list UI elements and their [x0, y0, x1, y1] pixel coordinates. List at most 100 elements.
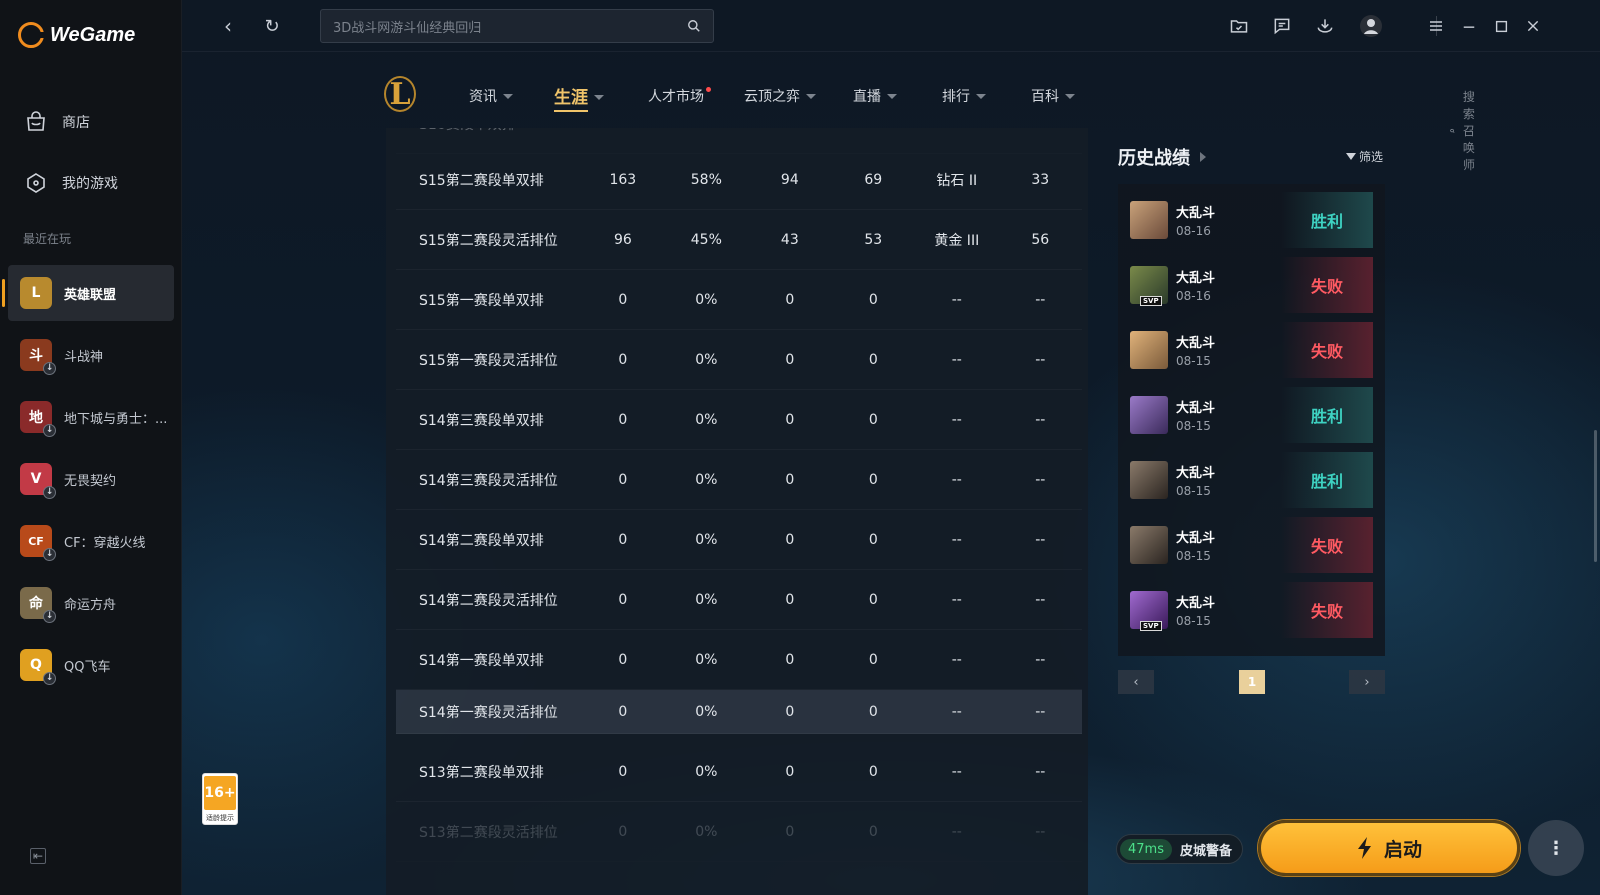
losses: 0	[868, 471, 878, 488]
downloads-button[interactable]	[1312, 13, 1338, 39]
filter-label: 筛选	[1359, 150, 1384, 164]
losses: 0	[868, 763, 878, 780]
current-page-number[interactable]: 1	[1239, 670, 1265, 694]
match-mode: 大乱斗	[1176, 271, 1216, 286]
match-item[interactable]: 大乱斗 08-15 胜利	[1130, 452, 1373, 508]
maximize-button[interactable]	[1488, 13, 1514, 39]
menu-button[interactable]	[1423, 13, 1449, 39]
user-avatar[interactable]	[1358, 13, 1384, 39]
losses: 0	[868, 651, 878, 668]
next-page-button[interactable]: ›	[1349, 670, 1385, 694]
history-title-text: 历史战绩	[1118, 148, 1190, 169]
server-selector[interactable]: 47ms 皮城警备	[1116, 834, 1243, 864]
wins: 0	[785, 291, 795, 308]
table-row[interactable]: S15第二赛段单双排 163 58% 94 69 钻石 II 33	[396, 150, 1082, 210]
wegame-logo[interactable]: WeGame	[18, 22, 135, 48]
sidebar-game-qq-speed[interactable]: Q ↓ QQ飞车	[8, 637, 174, 693]
minimize-button[interactable]	[1456, 13, 1482, 39]
messages-button[interactable]	[1269, 13, 1295, 39]
match-item[interactable]: SVP 大乱斗 08-16 失败	[1130, 257, 1373, 313]
wins: 94	[780, 171, 799, 188]
tab-wiki[interactable]: 百科	[1031, 86, 1075, 106]
chevron-right-icon	[1200, 152, 1206, 162]
table-row[interactable]: S14第三赛段灵活排位 0 0% 0 0 -- --	[396, 450, 1082, 510]
svp-badge: SVP	[1140, 621, 1162, 631]
more-options-button[interactable]: ⋮	[1528, 820, 1584, 876]
match-date: 08-15	[1176, 484, 1211, 498]
search-icon	[688, 20, 700, 32]
sidebar-game-dnf[interactable]: 地 ↓ 地下城与勇士：...	[8, 389, 174, 445]
table-row[interactable]: S15第二赛段灵活排位 96 45% 43 53 黄金 III 56	[396, 210, 1082, 270]
match-history-list: 大乱斗 08-16 胜利 SVP 大乱斗 08-16 失败 大乱斗 08-15 …	[1118, 184, 1385, 656]
page-scrollbar[interactable]	[1594, 430, 1597, 562]
tab-career[interactable]: 生涯	[554, 83, 604, 112]
prev-page-button[interactable]: ‹	[1118, 670, 1154, 694]
league-points: --	[1035, 411, 1046, 428]
sidebar-game-lost-ark[interactable]: 命 ↓ 命运方舟	[8, 575, 174, 631]
launch-label: 启动	[1383, 838, 1422, 861]
recent-games-heading: 最近在玩	[23, 232, 72, 246]
tab-tft[interactable]: 云顶之弈	[744, 86, 816, 106]
table-row[interactable]: S14第二赛段单双排 0 0% 0 0 -- --	[396, 510, 1082, 570]
table-row[interactable]: S14第三赛段单双排 0 0% 0 0 -- --	[396, 390, 1082, 450]
match-result-loss: 失败	[1281, 517, 1373, 573]
main-area: ‹ ↻ 3D战斗网游斗仙经典回归 L 资讯 生涯 人才市场 云顶之弈 直播 排行…	[182, 0, 1600, 895]
match-date: 08-16	[1176, 289, 1211, 303]
chevron-left-icon: ‹	[224, 14, 232, 38]
tab-live[interactable]: 直播	[853, 86, 897, 106]
season-name: S14第一赛段单双排	[419, 652, 544, 669]
league-of-legends-logo[interactable]: L	[382, 74, 418, 114]
match-mode: 大乱斗	[1176, 466, 1216, 481]
filter-button[interactable]: 筛选	[1346, 148, 1383, 165]
season-name: S13第二赛段灵活排位	[419, 824, 558, 841]
game-label: 斗战神	[64, 349, 104, 365]
tab-news[interactable]: 资讯	[469, 86, 513, 106]
sidebar-item-store[interactable]: 商店	[10, 96, 174, 148]
match-history-title[interactable]: 历史战绩	[1118, 144, 1206, 170]
sidebar-game-valorant[interactable]: V ↓ 无畏契约	[8, 451, 174, 507]
back-button[interactable]: ‹	[214, 12, 242, 40]
season-stats-table: S16赛段单双排---------- S15第二赛段单双排 163 58% 94…	[386, 128, 1088, 895]
match-item[interactable]: 大乱斗 08-15 失败	[1130, 517, 1373, 573]
sidebar-game-crossfire[interactable]: CF ↓ CF：穿越火线	[8, 513, 174, 569]
collapse-sidebar-button[interactable]: ⇤	[30, 848, 46, 864]
match-item[interactable]: 大乱斗 08-15 失败	[1130, 322, 1373, 378]
table-row[interactable]: S14第一赛段单双排 0 0% 0 0 -- --	[396, 630, 1082, 690]
champion-portrait: SVP	[1130, 591, 1168, 631]
launch-button[interactable]: 启动	[1258, 820, 1520, 876]
rank: --	[951, 591, 962, 608]
match-result-loss: 失败	[1281, 582, 1373, 638]
champion-portrait: SVP	[1130, 266, 1168, 306]
sidebar-item-label: 商店	[62, 115, 90, 131]
sidebar-item-my-games[interactable]: 我的游戏	[10, 157, 174, 209]
refresh-button[interactable]: ↻	[258, 12, 286, 40]
tab-talent-market[interactable]: 人才市场	[648, 86, 711, 106]
search-placeholder: 3D战斗网游斗仙经典回归	[333, 20, 482, 36]
win-rate: 0%	[695, 351, 718, 368]
match-item[interactable]: SVP 大乱斗 08-15 失败	[1130, 582, 1373, 638]
table-row-hovered[interactable]: S14第一赛段灵活排位 0 0% 0 0 -- --	[396, 690, 1082, 734]
summoner-search-input[interactable]: 搜索召唤师	[1450, 88, 1484, 173]
games-played: 0	[618, 823, 628, 840]
table-row[interactable]: S15第一赛段单双排 0 0% 0 0 -- --	[396, 270, 1082, 330]
tab-ranking[interactable]: 排行	[942, 86, 986, 106]
losses: 0	[868, 351, 878, 368]
league-points: --	[1035, 471, 1046, 488]
table-row[interactable]: S14第二赛段灵活排位 0 0% 0 0 -- --	[396, 570, 1082, 630]
league-points: --	[1035, 291, 1046, 308]
match-item[interactable]: 大乱斗 08-16 胜利	[1130, 192, 1373, 248]
sidebar-item-label: 我的游戏	[62, 176, 118, 192]
search-input[interactable]: 3D战斗网游斗仙经典回归	[320, 9, 714, 43]
folder-button[interactable]	[1226, 13, 1252, 39]
close-button[interactable]	[1520, 13, 1546, 39]
tab-label: 人才市场	[648, 89, 704, 105]
sidebar-game-league-of-legends[interactable]: L 英雄联盟	[2, 265, 174, 321]
match-item[interactable]: 大乱斗 08-15 胜利	[1130, 387, 1373, 443]
table-row[interactable]: S13第二赛段单双排 0 0% 0 0 -- --	[396, 742, 1082, 802]
season-name: S14第三赛段灵活排位	[419, 472, 558, 489]
league-points: --	[1035, 823, 1046, 840]
sidebar-game-douzhanshen[interactable]: 斗 ↓ 斗战神	[8, 327, 174, 383]
table-row[interactable]: S13第二赛段灵活排位 0 0% 0 0 -- --	[396, 802, 1082, 862]
losses: 0	[868, 411, 878, 428]
table-row[interactable]: S15第一赛段灵活排位 0 0% 0 0 -- --	[396, 330, 1082, 390]
